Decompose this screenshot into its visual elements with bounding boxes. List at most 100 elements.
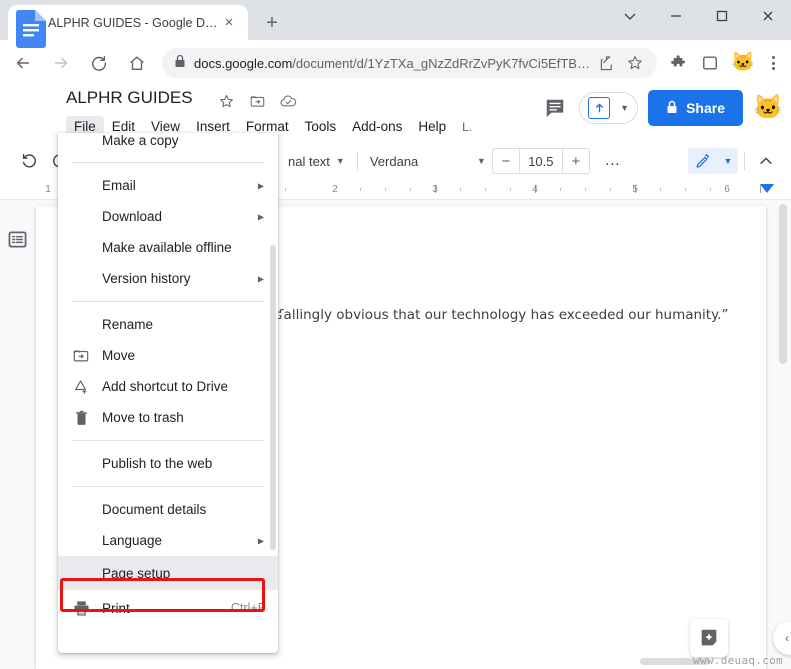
chrome-menu-icon[interactable] [759, 48, 787, 78]
font-size-decrease-button[interactable]: − [493, 149, 519, 173]
ruler-mark: 6 [724, 184, 730, 195]
document-paragraph[interactable]: ʛallingly obvious that our technology ha… [274, 305, 754, 325]
file-menu-list: Make a copy Email ▶ Download ▶ Make avai… [58, 133, 278, 653]
forward-icon[interactable] [46, 48, 76, 78]
present-button[interactable]: ▼ [579, 92, 639, 124]
font-family-select[interactable]: Verdana ▼ [364, 154, 492, 169]
menu-item-move[interactable]: Move [58, 340, 278, 371]
explore-button[interactable] [690, 619, 728, 657]
paragraph-style-select[interactable]: nal text ▼ [282, 154, 351, 169]
document-title[interactable]: ALPHR GUIDES [66, 88, 193, 108]
file-menu-dropdown[interactable]: Make a copy Email ▶ Download ▶ Make avai… [58, 133, 278, 653]
menu-item-label: Page setup [102, 565, 171, 581]
printer-icon [72, 599, 90, 617]
last-edit-label: L. [462, 119, 473, 134]
menu-item-label: Email [102, 178, 136, 193]
docs-header-actions: ▼ Share 🐱 [541, 90, 783, 126]
close-window-icon[interactable] [745, 0, 791, 32]
menu-item-label: Rename [102, 317, 154, 332]
collapse-toolbar-icon[interactable] [751, 148, 781, 174]
google-docs-logo[interactable] [16, 10, 46, 48]
move-folder-icon [72, 347, 90, 365]
menu-item-version-history[interactable]: Version history ▶ [58, 263, 278, 294]
menu-item-print[interactable]: Print Ctrl+P [58, 590, 278, 626]
ruler-mark: 5 [632, 184, 638, 195]
menu-scrollbar-thumb[interactable] [270, 245, 276, 550]
maximize-icon[interactable] [699, 0, 745, 32]
menu-item-label: Publish to the web [102, 456, 213, 471]
menu-item-move-to-trash[interactable]: Move to trash [58, 402, 278, 433]
chevron-down-icon: ▼ [476, 156, 486, 166]
cloud-saved-icon[interactable] [278, 91, 298, 111]
back-icon[interactable] [8, 48, 38, 78]
present-icon [588, 97, 611, 119]
profile-avatar[interactable]: 🐱 [731, 51, 755, 75]
comment-history-icon[interactable] [541, 94, 569, 122]
toolbar-divider [356, 152, 358, 170]
menu-item-page-setup[interactable]: Page setup [58, 556, 278, 590]
lock-icon [174, 54, 186, 73]
close-icon[interactable]: × [218, 12, 240, 34]
menu-help[interactable]: Help [410, 116, 454, 137]
page-scrollbar-thumb[interactable] [779, 204, 787, 364]
share-label: Share [686, 100, 725, 116]
editing-mode-button[interactable] [688, 148, 718, 174]
share-button[interactable]: Share [648, 90, 743, 126]
undo-icon[interactable] [14, 148, 44, 174]
font-family-label: Verdana [369, 153, 419, 169]
new-tab-button[interactable]: + [258, 9, 286, 37]
minimize-icon[interactable] [653, 0, 699, 32]
submenu-arrow-icon: ▶ [257, 212, 264, 221]
menu-item-download[interactable]: Download ▶ [58, 201, 278, 232]
side-panel-icon[interactable] [695, 48, 725, 78]
menu-item-label: Move to trash [102, 410, 184, 425]
tab-search-icon[interactable] [607, 0, 653, 32]
menu-item-rename[interactable]: Rename [58, 309, 278, 340]
url-text: docs.google.com/document/d/1YzTXa_gNzZdR… [194, 56, 591, 71]
menu-addons[interactable]: Add-ons [344, 116, 410, 137]
menu-tools[interactable]: Tools [297, 116, 345, 137]
home-icon[interactable] [122, 48, 152, 78]
menu-item-shortcut: Ctrl+P [230, 601, 266, 615]
menu-item-document-details[interactable]: Document details [58, 494, 278, 525]
menu-item-make-available-offline[interactable]: Make available offline [58, 232, 278, 263]
add-shortcut-icon [72, 378, 90, 396]
reload-icon[interactable] [84, 48, 114, 78]
menu-item-make-a-copy[interactable]: Make a copy [58, 133, 278, 155]
menu-separator [72, 486, 264, 487]
address-bar[interactable]: docs.google.com/document/d/1YzTXa_gNzZdR… [162, 48, 657, 78]
submenu-arrow-icon: ▶ [257, 181, 264, 190]
menu-item-email[interactable]: Email ▶ [58, 170, 278, 201]
document-outline-icon[interactable] [4, 226, 30, 252]
menu-item-language[interactable]: Language ▶ [58, 525, 278, 556]
url-path: /document/d/1YzTXa_gNzZdRrZvPyK7fvCi5EfT… [292, 55, 590, 71]
right-indent-marker[interactable] [760, 184, 774, 193]
font-size-value[interactable]: 10.5 [518, 149, 563, 173]
font-size-increase-button[interactable]: + [563, 149, 589, 173]
editing-mode-chevron-down-icon[interactable]: ▼ [718, 148, 738, 174]
toolbar-divider [744, 152, 745, 170]
menu-item-label: Download [102, 209, 163, 224]
star-icon[interactable] [623, 51, 647, 75]
tab-title: ALPHR GUIDES - Google Docs [48, 15, 218, 30]
extensions-puzzle-icon[interactable] [663, 48, 693, 78]
menu-item-label: Make available offline [102, 240, 232, 255]
watermark-label: www.deuaq.com [693, 654, 783, 667]
menu-item-add-shortcut-to-drive[interactable]: Add shortcut to Drive [58, 371, 278, 402]
ruler-mark: 4 [532, 184, 538, 195]
navigation-bar: docs.google.com/document/d/1YzTXa_gNzZdR… [0, 40, 791, 86]
url-domain: docs.google.com [194, 55, 293, 71]
menu-separator [72, 440, 264, 441]
paragraph-style-label: nal text [288, 153, 330, 169]
toolbar-more-button[interactable]: … [596, 148, 630, 174]
page-scrollbar[interactable] [779, 204, 787, 667]
account-avatar[interactable]: 🐱 [753, 93, 783, 123]
move-to-folder-icon[interactable] [247, 91, 267, 111]
share-link-icon[interactable] [595, 51, 619, 75]
menu-item-publish-to-the-web[interactable]: Publish to the web [58, 448, 278, 479]
chevron-down-icon[interactable]: ▼ [620, 103, 629, 113]
submenu-arrow-icon: ▶ [257, 536, 264, 545]
star-icon[interactable] [216, 91, 236, 111]
chevron-down-icon: ▼ [335, 156, 345, 166]
font-size-stepper[interactable]: − 10.5 + [491, 148, 590, 174]
